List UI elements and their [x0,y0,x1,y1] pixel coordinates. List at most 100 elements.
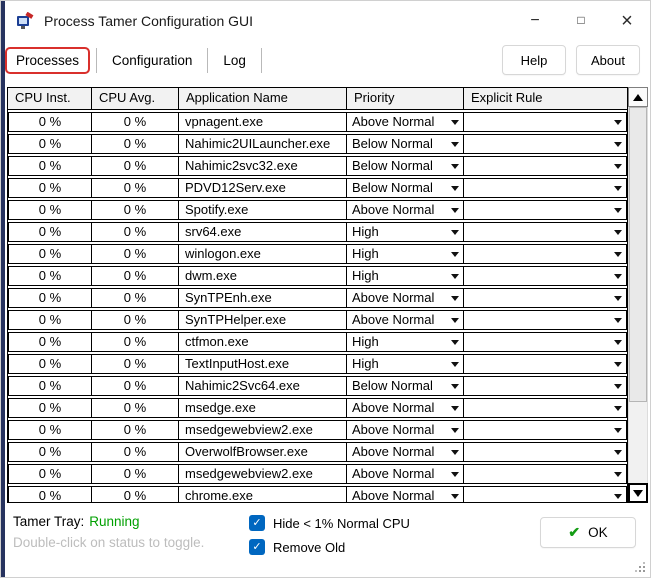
about-button[interactable]: About [576,45,640,75]
explicit-rule-dropdown[interactable] [464,487,626,502]
priority-dropdown[interactable]: Below Normal [347,377,464,395]
priority-dropdown[interactable]: High [347,333,464,351]
explicit-rule-dropdown[interactable] [464,179,626,197]
priority-dropdown[interactable]: Above Normal [347,465,464,483]
checkbox-hide-normal-cpu-label: Hide < 1% Normal CPU [273,515,410,531]
explicit-rule-dropdown[interactable] [464,223,626,241]
priority-value: Above Normal [352,114,435,129]
explicit-rule-dropdown[interactable] [464,289,626,307]
window-title: Process Tamer Configuration GUI [44,13,254,29]
priority-dropdown[interactable]: Above Normal [347,289,464,307]
checkbox-hide-normal-cpu[interactable]: ✓ Hide < 1% Normal CPU [249,515,410,531]
scroll-up-icon [633,93,643,101]
vertical-scrollbar[interactable] [628,87,648,503]
checkbox-remove-old[interactable]: ✓ Remove Old [249,539,410,555]
minimize-button[interactable]: − [512,1,558,41]
tray-status-value[interactable]: Running [89,514,139,529]
priority-value: High [352,224,379,239]
cell-cpu-inst: 0 % [9,179,92,197]
cell-cpu-inst: 0 % [9,245,92,263]
cell-cpu-inst: 0 % [9,465,92,483]
close-button[interactable]: × [604,1,650,41]
priority-dropdown[interactable]: Above Normal [347,311,464,329]
cell-cpu-inst: 0 % [9,267,92,285]
resize-grip[interactable] [633,560,645,572]
priority-dropdown[interactable]: Above Normal [347,443,464,461]
explicit-rule-dropdown[interactable] [464,355,626,373]
cell-cpu-avg: 0 % [92,157,179,175]
explicit-rule-dropdown[interactable] [464,333,626,351]
tray-status-block: Tamer Tray: Running Double-click on statu… [13,514,249,550]
chevron-down-icon [451,406,459,411]
explicit-rule-dropdown[interactable] [464,399,626,417]
cell-app-name: chrome.exe [179,487,347,502]
tab-log[interactable]: Log [208,47,262,73]
grid-header: CPU Inst. CPU Avg. Application Name Prio… [8,88,627,110]
priority-dropdown[interactable]: Above Normal [347,201,464,219]
explicit-rule-dropdown[interactable] [464,245,626,263]
table-row: 0 % 0 % msedgewebview2.exe Above Normal [8,420,627,440]
explicit-rule-dropdown[interactable] [464,421,626,439]
chevron-down-icon [614,274,622,279]
checkbox-remove-old-label: Remove Old [273,539,346,555]
explicit-rule-dropdown[interactable] [464,443,626,461]
priority-value: High [352,334,379,349]
priority-dropdown[interactable]: Below Normal [347,135,464,153]
chevron-down-icon [614,340,622,345]
priority-dropdown[interactable]: Above Normal [347,421,464,439]
explicit-rule-dropdown[interactable] [464,201,626,219]
chevron-down-icon [451,230,459,235]
chevron-down-icon [614,296,622,301]
explicit-rule-dropdown[interactable] [464,113,626,131]
cell-cpu-inst: 0 % [9,157,92,175]
scrollbar-thumb[interactable] [629,107,647,402]
priority-dropdown[interactable]: Above Normal [347,113,464,131]
cell-app-name: Nahimic2UILauncher.exe [179,135,347,153]
priority-dropdown[interactable]: Above Normal [347,487,464,502]
table-row: 0 % 0 % Spotify.exe Above Normal [8,200,627,220]
chevron-down-icon [614,428,622,433]
cell-cpu-avg: 0 % [92,377,179,395]
priority-dropdown[interactable]: High [347,223,464,241]
explicit-rule-dropdown[interactable] [464,135,626,153]
chevron-down-icon [451,274,459,279]
explicit-rule-dropdown[interactable] [464,267,626,285]
scroll-up-button[interactable] [628,87,648,107]
process-table-zone: CPU Inst. CPU Avg. Application Name Prio… [7,87,650,503]
cell-cpu-inst: 0 % [9,113,92,131]
cell-cpu-avg: 0 % [92,487,179,502]
explicit-rule-dropdown[interactable] [464,465,626,483]
priority-dropdown[interactable]: Below Normal [347,157,464,175]
explicit-rule-dropdown[interactable] [464,377,626,395]
explicit-rule-dropdown[interactable] [464,157,626,175]
scrollbar-track[interactable] [628,107,648,483]
priority-dropdown[interactable]: High [347,245,464,263]
priority-value: Below Normal [352,378,433,393]
priority-dropdown[interactable]: High [347,267,464,285]
checkbox-checked-icon[interactable]: ✓ [249,515,265,531]
priority-value: Above Normal [352,290,435,305]
tab-configuration[interactable]: Configuration [96,47,209,73]
cell-cpu-avg: 0 % [92,267,179,285]
tab-processes[interactable]: Processes [5,46,91,74]
table-row: 0 % 0 % TextInputHost.exe High [8,354,627,374]
chevron-down-icon [451,252,459,257]
explicit-rule-dropdown[interactable] [464,311,626,329]
ok-button[interactable]: ✔ OK [540,517,636,548]
maximize-button[interactable]: □ [558,1,604,41]
cell-cpu-inst: 0 % [9,223,92,241]
ok-button-label: OK [588,525,608,540]
cell-cpu-avg: 0 % [92,421,179,439]
help-button[interactable]: Help [502,45,566,75]
chevron-down-icon [614,164,622,169]
chevron-down-icon [451,120,459,125]
titlebar: Process Tamer Configuration GUI − □ × [1,1,650,41]
priority-dropdown[interactable]: Below Normal [347,179,464,197]
checkbox-checked-icon[interactable]: ✓ [249,539,265,555]
priority-dropdown[interactable]: High [347,355,464,373]
column-header-priority: Priority [347,88,464,109]
table-row: 0 % 0 % Nahimic2UILauncher.exe Below Nor… [8,134,627,154]
column-header-explicit-rule: Explicit Rule [471,90,543,105]
priority-dropdown[interactable]: Above Normal [347,399,464,417]
scroll-down-button[interactable] [628,483,648,503]
